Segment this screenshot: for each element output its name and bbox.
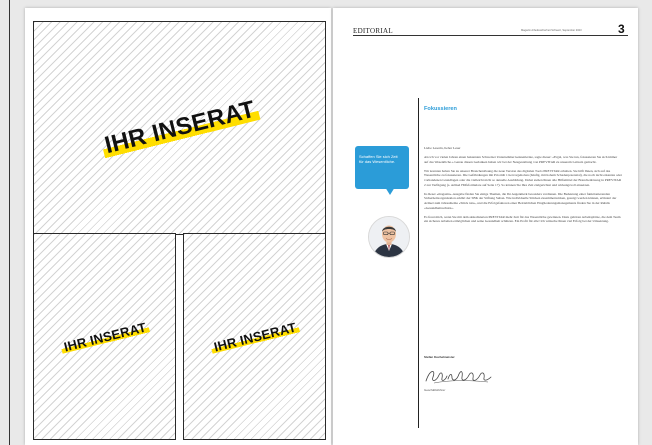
author-portrait [368,216,410,258]
signature-name: Stefan Kuchelmeister [424,355,455,359]
speech-bubble: Schaffen Sie sich Zeit für das Wesentlic… [355,146,409,189]
header-rule [353,35,628,36]
article-title: Fokussieren [424,106,457,112]
viewer-divider-line [9,0,10,445]
ad-label: IHR INSERAT [98,95,261,161]
signature-role: Geschäftsführer [424,388,446,392]
salutation: Liebe Leserin, lieber Leser [424,146,461,150]
ad-label: IHR INSERAT [208,318,301,355]
speech-bubble-text: Schaffen Sie sich Zeit für das Wesentlic… [359,154,398,164]
issue-meta: Magazin Arbeitssicherheit Schweiz, Septe… [521,29,582,32]
editorial-article: Fokussieren Liebe Leserin, lieber Leser … [424,106,622,392]
magazine-spread: IHR INSERAT IHR INSERAT IHR INSERAT EDIT… [0,0,652,445]
article-paragraph: Wir konnten haben Sie zu unserer Branche… [424,168,622,187]
page-number: 3 [618,22,625,36]
portrait-icon [369,217,409,257]
right-page: EDITORIAL Magazin Arbeitssicherheit Schw… [333,8,638,445]
column-rule [418,98,419,428]
ad-placeholder-large: IHR INSERAT [33,21,326,235]
handwritten-signature [425,371,492,384]
article-paragraph: In dieser «magazin»-Ausgabe finden Sie e… [424,191,617,210]
ad-placeholder-small-right: IHR INSERAT [183,233,326,440]
speech-bubble-tail [385,187,395,195]
article-paragraph: Als ich vor vielen Jahren einen bekannte… [424,155,618,164]
left-page: IHR INSERAT IHR INSERAT IHR INSERAT [25,8,331,445]
ad-label: IHR INSERAT [58,318,151,355]
article-paragraph: Es freut mich, wenn Sie mit dem aktualis… [424,214,621,224]
article-body: Als ich vor vielen Jahren einen bekannte… [424,155,622,229]
section-title: EDITORIAL [353,27,393,35]
ad-placeholder-small-left: IHR INSERAT [33,233,176,440]
